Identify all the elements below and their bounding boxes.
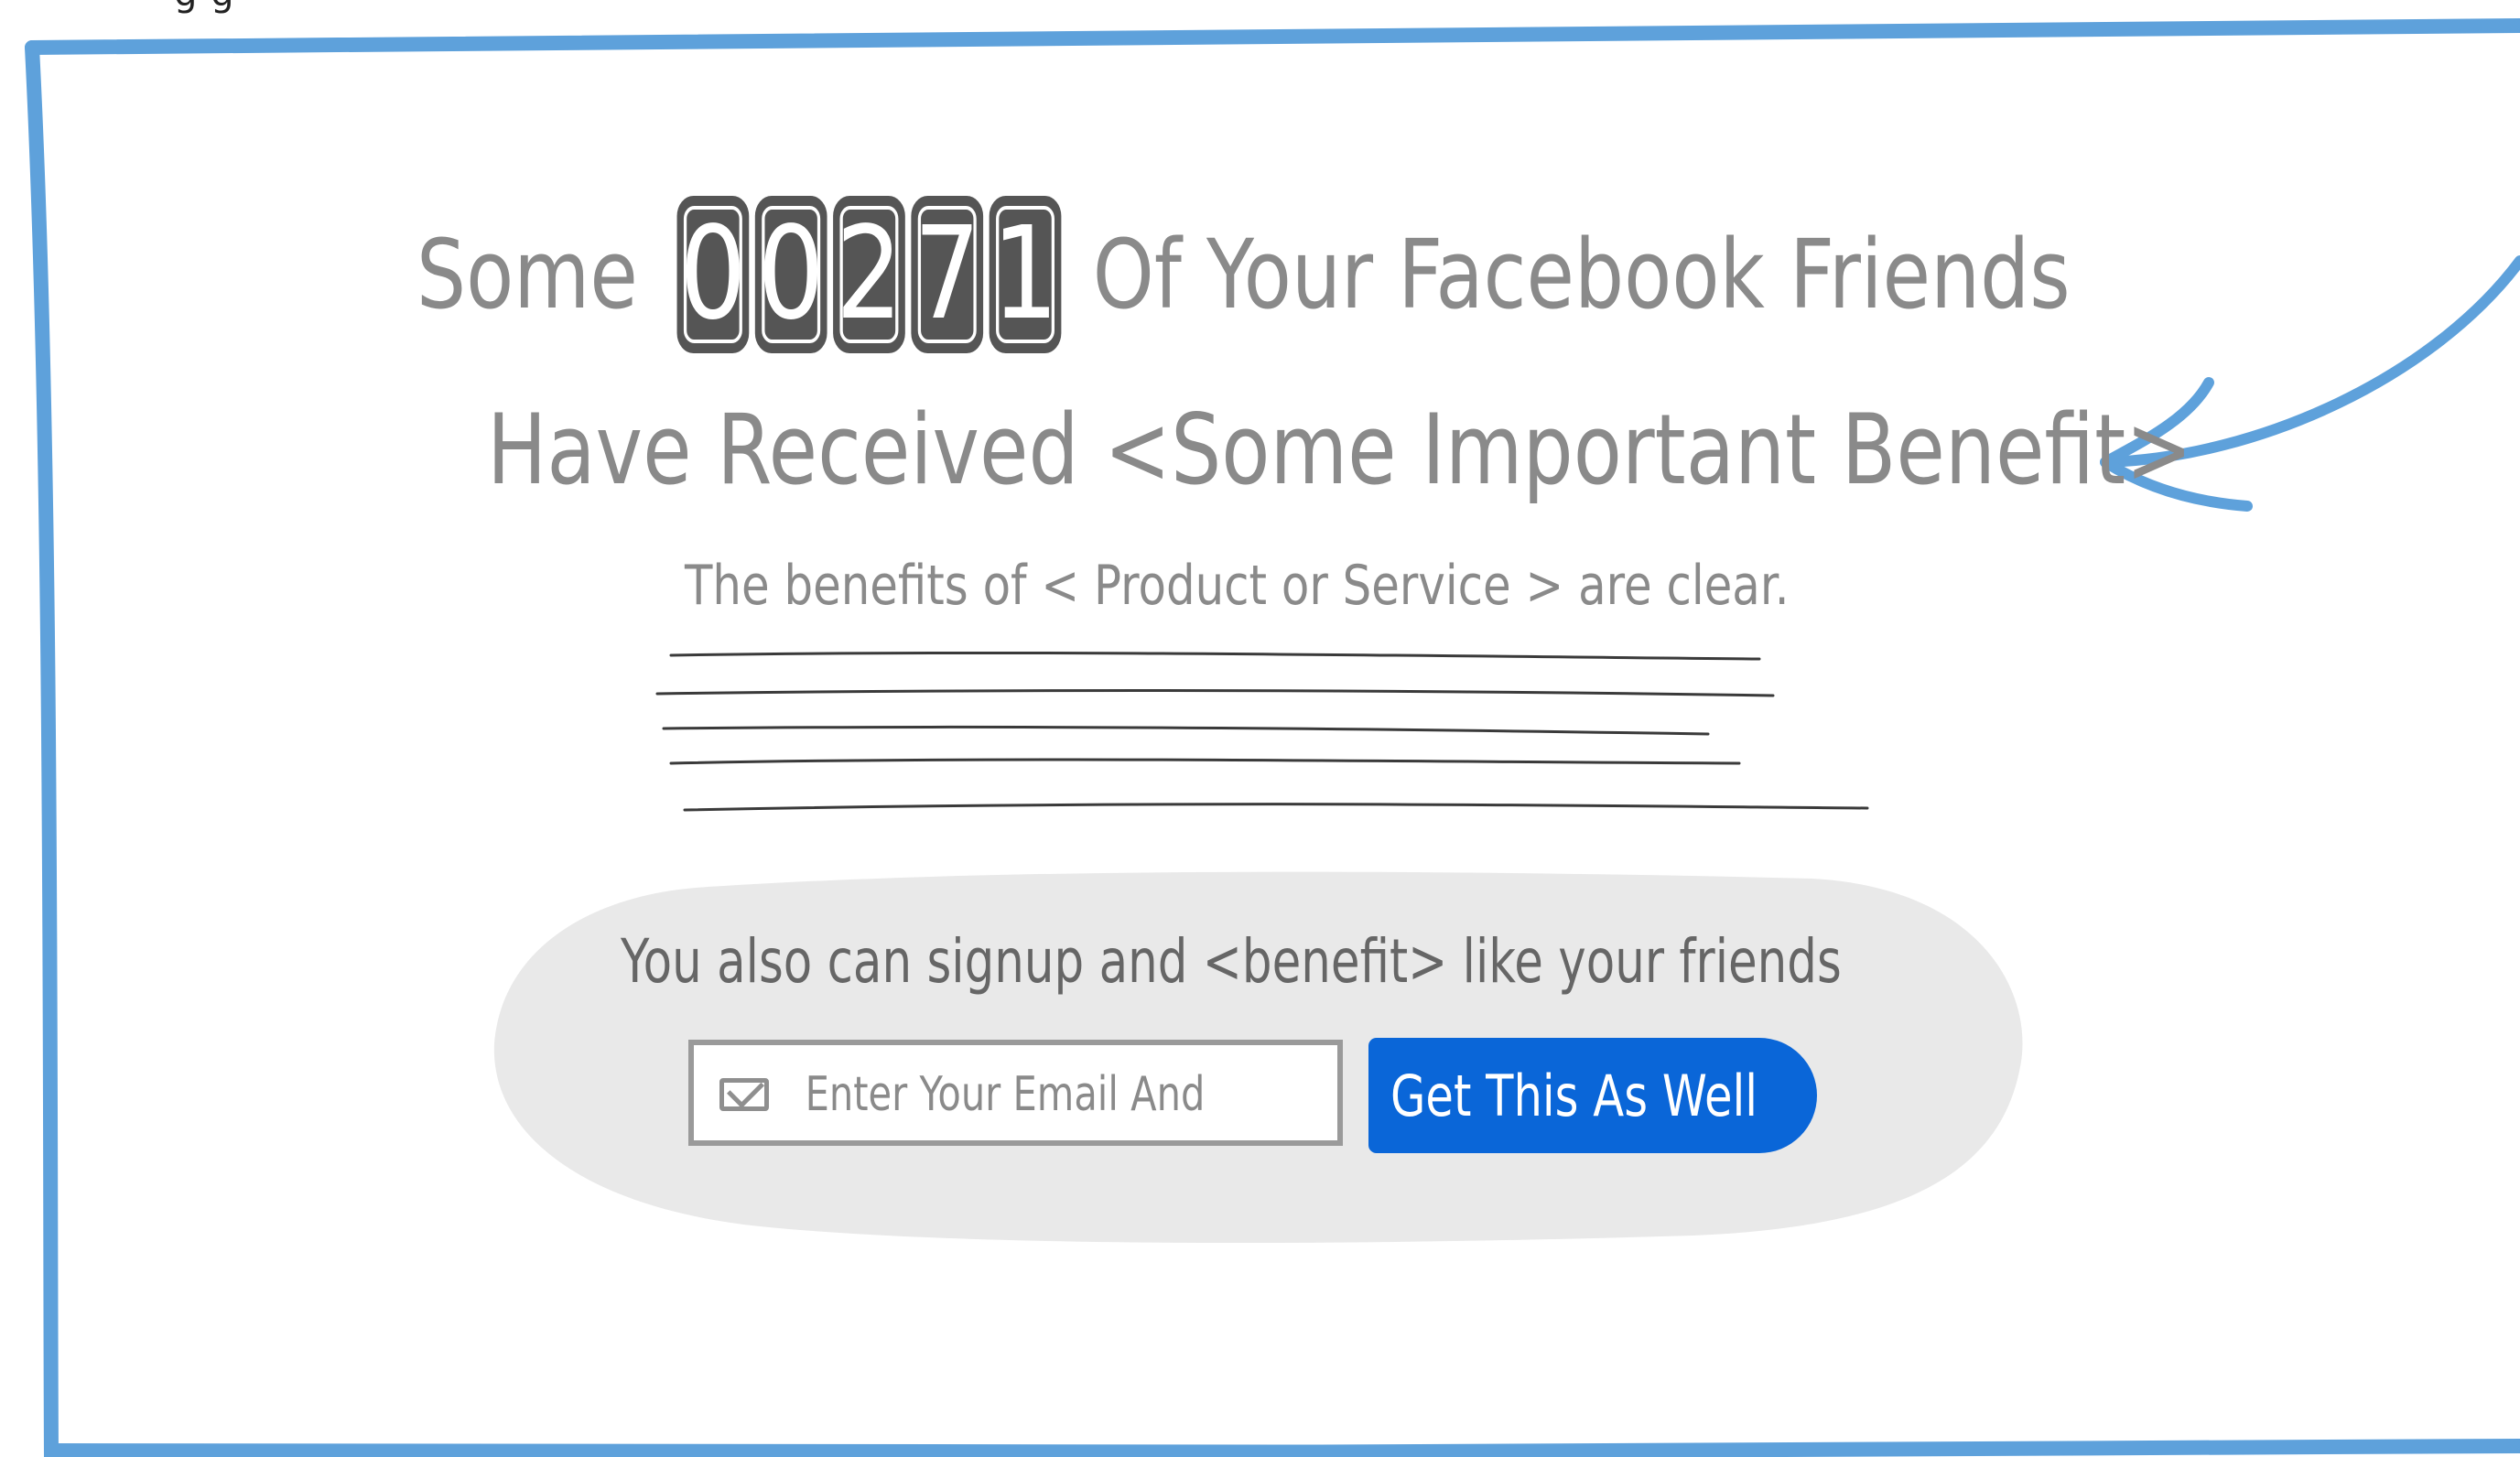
friends-counter: 0 0 2 7 1 <box>676 196 1066 353</box>
email-field[interactable] <box>688 1040 1343 1146</box>
headline-line-2: Have Received <Some Important Benefit> <box>487 394 2193 506</box>
get-this-as-well-button[interactable]: Get This As Well <box>1368 1038 1817 1153</box>
headline-prefix: Some <box>416 219 638 330</box>
placeholder-text-line <box>662 725 1710 736</box>
counter-digit: 0 <box>676 196 750 353</box>
wireframe-frame-left-edge <box>25 40 59 1457</box>
email-input[interactable] <box>804 1062 1217 1128</box>
counter-digit: 0 <box>754 196 827 353</box>
top-caption: g g <box>174 0 235 15</box>
subheadline: The benefits of < Product or Service > a… <box>685 554 1790 618</box>
placeholder-text-line <box>655 688 1775 697</box>
signup-prompt: You also can signup and <benefit> like y… <box>621 926 1842 997</box>
placeholder-text-line <box>683 803 1869 812</box>
wireframe-frame <box>25 18 2520 55</box>
wireframe-frame-bottom-edge <box>44 1439 2520 1457</box>
placeholder-text-line <box>669 758 1741 765</box>
counter-digit: 2 <box>833 196 905 353</box>
counter-digit: 1 <box>989 196 1062 353</box>
headline-suffix: Of Your Facebook Friends <box>1092 219 2071 330</box>
button-label: Get This As Well <box>1390 1062 1758 1129</box>
placeholder-text-line <box>669 651 1761 661</box>
headline-line-1: Some 0 0 2 7 1 Of Your Facebook Friends <box>416 183 2071 366</box>
counter-digit: 7 <box>911 196 984 353</box>
envelope-icon <box>719 1078 769 1111</box>
wireframe-canvas: g g Some 0 0 2 7 1 Of Your Facebook Frie… <box>0 0 2520 1457</box>
